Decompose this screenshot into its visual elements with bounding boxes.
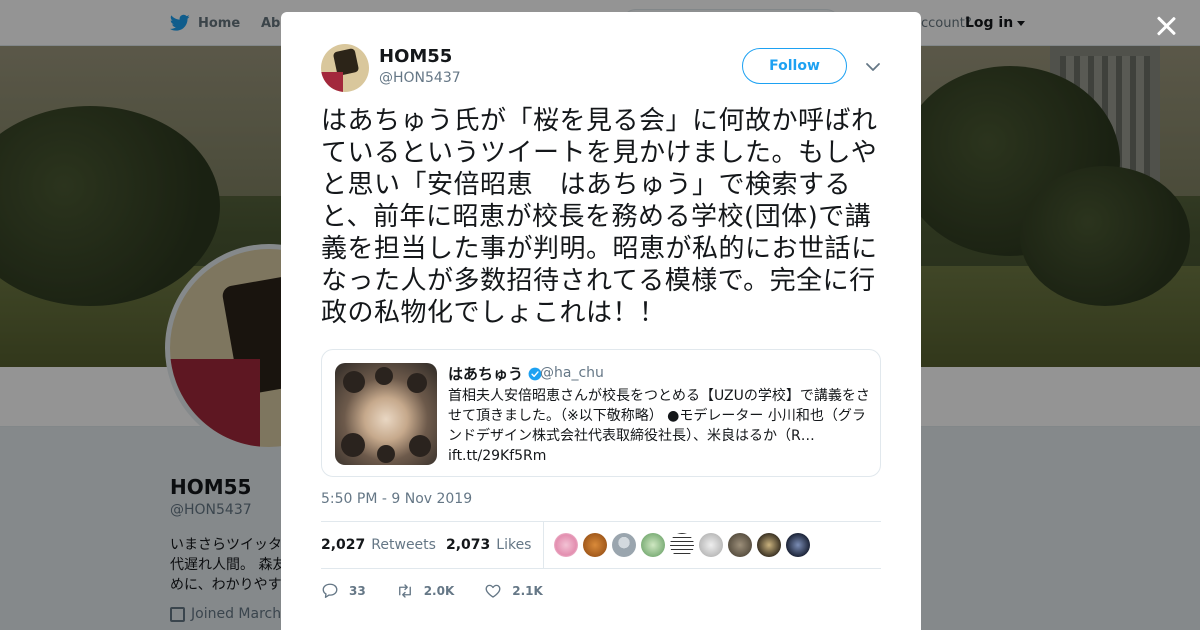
quoted-author-handle: @ha_chu — [540, 365, 604, 381]
image-shape — [407, 373, 427, 393]
reply-count: 33 — [349, 584, 366, 598]
quoted-tweet-image[interactable] — [335, 363, 437, 465]
retweet-action-count: 2.0K — [423, 584, 455, 598]
retweet-count: 2,027 — [321, 537, 366, 553]
liker-avatar[interactable] — [583, 533, 608, 557]
image-shape — [409, 435, 431, 457]
divider — [321, 568, 881, 569]
close-icon[interactable] — [1152, 12, 1180, 40]
author-handle[interactable]: @HON5437 — [379, 70, 461, 86]
image-shape — [375, 367, 393, 385]
image-shape — [343, 371, 365, 393]
liker-avatar[interactable] — [641, 533, 666, 557]
quoted-tweet-link[interactable]: ift.tt/29Kf5Rm — [448, 448, 546, 464]
stats-separator — [543, 522, 545, 568]
quoted-author-name-text: はあちゅう — [448, 365, 524, 383]
tweet-stats: 2,027 Retweets 2,073 Likes — [321, 522, 881, 568]
heart-icon — [485, 584, 501, 598]
tweet-timestamp[interactable]: 5:50 PM - 9 Nov 2019 — [321, 491, 472, 507]
like-stat[interactable]: 2,073 Likes — [446, 537, 532, 553]
retweet-action[interactable]: 2.0K — [396, 582, 455, 600]
liker-avatar[interactable] — [757, 533, 782, 557]
tweet-modal: HOM55 @HON5437 Follow はあちゅう氏が「桜を見る会」に何故か… — [281, 12, 921, 630]
likers-avatars — [554, 533, 811, 557]
quoted-tweet-text: 首相夫人安倍昭恵さんが校長をつとめる【UZUの学校】で講義をさせて頂きました。（… — [448, 386, 872, 466]
avatar-shape — [321, 72, 343, 92]
liker-avatar[interactable] — [699, 533, 724, 557]
liker-avatar[interactable] — [670, 533, 695, 557]
reply-action[interactable]: 33 — [321, 582, 366, 600]
liker-avatar[interactable] — [728, 533, 753, 557]
retweet-stat[interactable]: 2,027 Retweets — [321, 537, 436, 553]
liker-avatar[interactable] — [786, 533, 811, 557]
liker-avatar[interactable] — [554, 533, 579, 557]
like-label: Likes — [496, 537, 532, 553]
quoted-tweet-body: 首相夫人安倍昭恵さんが校長をつとめる【UZUの学校】で講義をさせて頂きました。（… — [448, 388, 870, 444]
quoted-tweet[interactable]: はあちゅう @ha_chu 首相夫人安倍昭恵さんが校長をつとめる【UZUの学校】… — [321, 349, 881, 477]
reply-icon — [322, 583, 338, 599]
author-name[interactable]: HOM55 — [379, 46, 452, 67]
like-count: 2,073 — [445, 537, 491, 553]
like-action-count: 2.1K — [512, 584, 543, 598]
chevron-down-icon[interactable] — [865, 60, 881, 74]
author-avatar[interactable] — [321, 44, 369, 92]
follow-button[interactable]: Follow — [742, 48, 847, 84]
quoted-author-name: はあちゅう — [448, 363, 542, 384]
tweet-text: はあちゅう氏が「桜を見る会」に何故か呼ばれているというツイートを見かけました。も… — [321, 106, 878, 328]
image-shape — [377, 445, 395, 463]
tweet-actions: 33 2.0K 2.1K — [321, 580, 881, 602]
retweet-icon — [398, 584, 411, 598]
like-action[interactable]: 2.1K — [484, 582, 543, 600]
image-shape — [341, 433, 365, 457]
retweet-label: Retweets — [371, 537, 436, 553]
liker-avatar[interactable] — [612, 533, 637, 557]
